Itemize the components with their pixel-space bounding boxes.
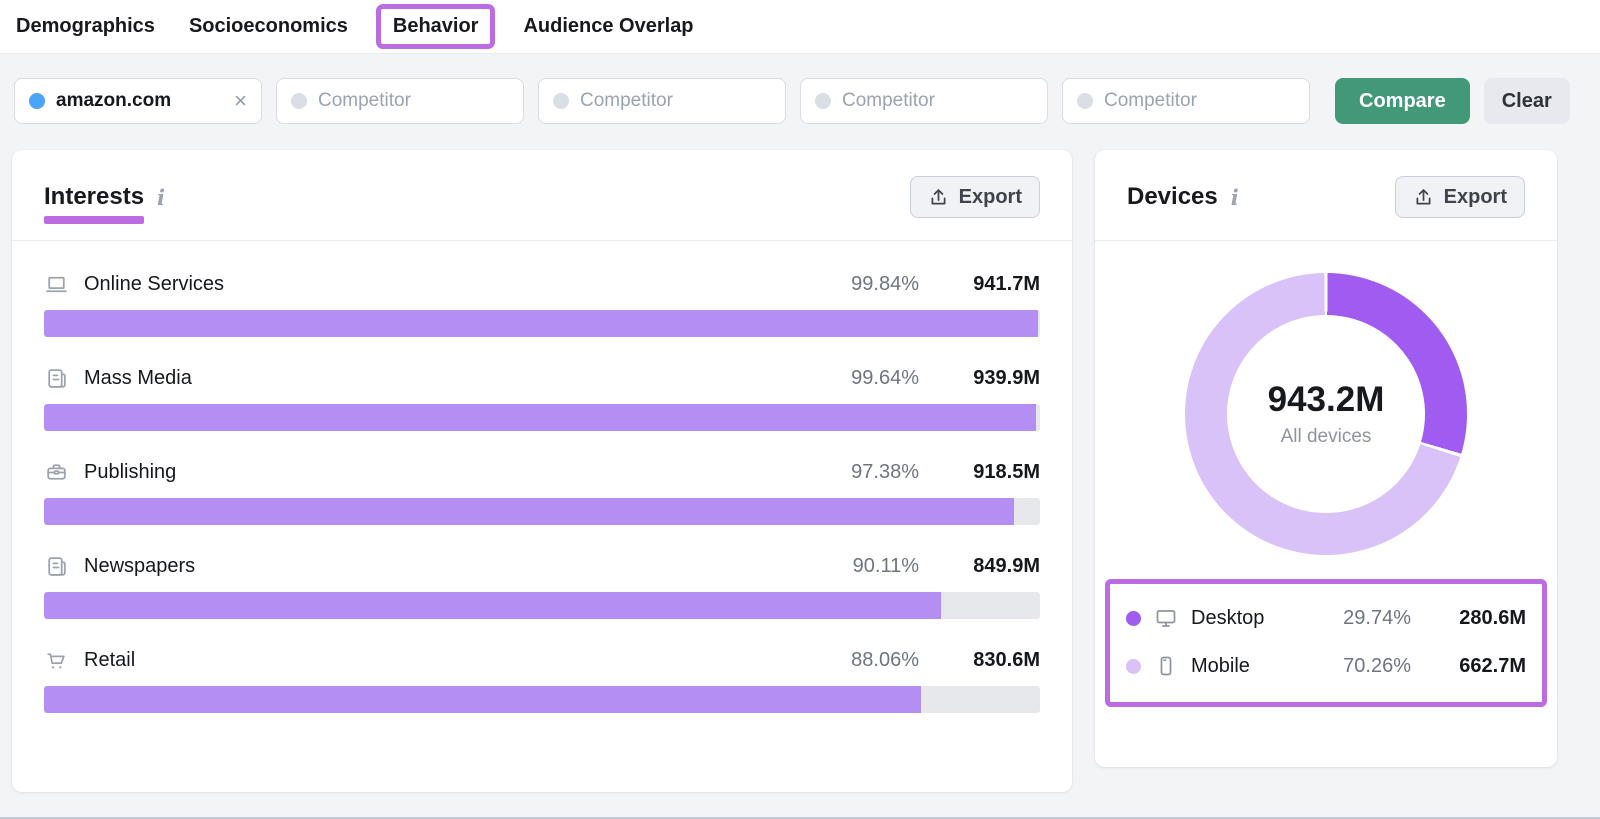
interests-card-header: Interests i Export bbox=[12, 150, 1072, 241]
interest-row: Online Services 99.84% 941.7M bbox=[44, 272, 1040, 337]
interest-percent: 88.06% bbox=[843, 649, 919, 672]
clear-button[interactable]: Clear bbox=[1484, 78, 1570, 124]
interest-bar-fill bbox=[44, 592, 941, 619]
interest-bar-track bbox=[44, 592, 1040, 619]
interest-value: 939.9M bbox=[952, 367, 1040, 390]
interest-value: 849.9M bbox=[952, 555, 1040, 578]
compare-button[interactable]: Compare bbox=[1335, 78, 1470, 124]
monitor-icon bbox=[1154, 606, 1178, 630]
report-content: Interests i Export Online Services 99.84… bbox=[0, 124, 1600, 792]
competitor-input-2[interactable] bbox=[538, 78, 786, 124]
interest-bar-fill bbox=[44, 404, 1036, 431]
interest-label: Newspapers bbox=[84, 555, 195, 578]
report-tabs-bar: Demographics Socioeconomics Behavior Aud… bbox=[0, 0, 1600, 54]
domain-color-dot bbox=[29, 93, 45, 109]
legend-label: Desktop bbox=[1191, 607, 1264, 630]
interest-label: Publishing bbox=[84, 461, 176, 484]
shopping-cart-icon bbox=[44, 648, 69, 673]
devices-donut-center: 943.2M All devices bbox=[1227, 315, 1425, 513]
primary-domain-label: amazon.com bbox=[56, 90, 223, 112]
competitor-field-4[interactable] bbox=[1104, 90, 1295, 112]
interest-bar-fill bbox=[44, 498, 1014, 525]
competitor-color-dot bbox=[553, 93, 569, 109]
devices-legend-annotation-box: Desktop 29.74% 280.6M Mobile 70.26% 662.… bbox=[1105, 579, 1547, 707]
competitor-color-dot bbox=[291, 93, 307, 109]
devices-card-header: Devices i Export bbox=[1095, 150, 1557, 241]
interest-bar-fill bbox=[44, 686, 921, 713]
legend-percent: 70.26% bbox=[1343, 655, 1411, 678]
devices-donut-ring: 943.2M All devices bbox=[1185, 273, 1467, 555]
competitor-input-4[interactable] bbox=[1062, 78, 1310, 124]
interest-value: 830.6M bbox=[952, 649, 1040, 672]
remove-domain-icon[interactable]: × bbox=[234, 90, 247, 112]
interests-info-icon[interactable]: i bbox=[157, 185, 165, 210]
interest-bar-track bbox=[44, 404, 1040, 431]
interests-title-annotation-underline bbox=[44, 216, 144, 224]
interests-export-button[interactable]: Export bbox=[910, 176, 1040, 218]
competitor-input-1[interactable] bbox=[276, 78, 524, 124]
interest-row: Retail 88.06% 830.6M bbox=[44, 648, 1040, 713]
interest-bar-track bbox=[44, 498, 1040, 525]
devices-donut-chart: 943.2M All devices bbox=[1095, 273, 1557, 555]
interest-percent: 97.38% bbox=[843, 461, 919, 484]
competitor-color-dot bbox=[1077, 93, 1093, 109]
laptop-icon bbox=[44, 272, 69, 297]
legend-value: 662.7M bbox=[1440, 655, 1526, 678]
interests-rows: Online Services 99.84% 941.7M Mass Media… bbox=[12, 241, 1072, 713]
competitor-field-2[interactable] bbox=[580, 90, 771, 112]
interest-label: Online Services bbox=[84, 273, 224, 296]
devices-total-value: 943.2M bbox=[1268, 380, 1385, 420]
behavior-tab-annotation-box: Behavior bbox=[376, 4, 496, 49]
tab-behavior[interactable]: Behavior bbox=[393, 15, 479, 37]
export-label: Export bbox=[1444, 186, 1507, 209]
competitor-field-1[interactable] bbox=[318, 90, 509, 112]
interest-percent: 90.11% bbox=[843, 555, 919, 578]
competitor-color-dot bbox=[815, 93, 831, 109]
tab-socioeconomics[interactable]: Socioeconomics bbox=[189, 15, 348, 38]
interest-bar-track bbox=[44, 310, 1040, 337]
competitor-input-3[interactable] bbox=[800, 78, 1048, 124]
legend-percent: 29.74% bbox=[1343, 607, 1411, 630]
tab-audience-overlap[interactable]: Audience Overlap bbox=[523, 15, 693, 38]
legend-row-mobile: Mobile 70.26% 662.7M bbox=[1126, 642, 1526, 690]
primary-domain-chip[interactable]: amazon.com × bbox=[14, 78, 262, 124]
devices-title: Devices bbox=[1127, 183, 1218, 210]
interest-label: Mass Media bbox=[84, 367, 192, 390]
competitor-field-3[interactable] bbox=[842, 90, 1033, 112]
devices-info-icon[interactable]: i bbox=[1231, 185, 1239, 210]
phone-icon bbox=[1154, 654, 1178, 678]
export-upload-icon bbox=[928, 187, 949, 208]
export-label: Export bbox=[959, 186, 1022, 209]
interests-card: Interests i Export Online Services 99.84… bbox=[12, 150, 1072, 792]
interest-label: Retail bbox=[84, 649, 135, 672]
interest-value: 918.5M bbox=[952, 461, 1040, 484]
interests-title: Interests bbox=[44, 183, 144, 210]
interest-bar-fill bbox=[44, 310, 1038, 337]
briefcase-icon bbox=[44, 460, 69, 485]
interest-row: Publishing 97.38% 918.5M bbox=[44, 460, 1040, 525]
interest-value: 941.7M bbox=[952, 273, 1040, 296]
devices-card: Devices i Export 943.2M All devices bbox=[1095, 150, 1557, 767]
desktop-series-dot bbox=[1126, 611, 1141, 626]
devices-total-label: All devices bbox=[1281, 426, 1372, 448]
tab-demographics[interactable]: Demographics bbox=[16, 15, 155, 38]
legend-label: Mobile bbox=[1191, 655, 1250, 678]
newspaper-icon bbox=[44, 366, 69, 391]
domain-filter-row: amazon.com × Compare Clear bbox=[0, 54, 1600, 124]
interest-row: Mass Media 99.64% 939.9M bbox=[44, 366, 1040, 431]
legend-value: 280.6M bbox=[1440, 607, 1526, 630]
interest-bar-track bbox=[44, 686, 1040, 713]
newspaper-icon bbox=[44, 554, 69, 579]
interest-row: Newspapers 90.11% 849.9M bbox=[44, 554, 1040, 619]
interest-percent: 99.84% bbox=[843, 273, 919, 296]
interest-percent: 99.64% bbox=[843, 367, 919, 390]
mobile-series-dot bbox=[1126, 659, 1141, 674]
legend-row-desktop: Desktop 29.74% 280.6M bbox=[1126, 594, 1526, 642]
export-upload-icon bbox=[1413, 187, 1434, 208]
devices-export-button[interactable]: Export bbox=[1395, 176, 1525, 218]
